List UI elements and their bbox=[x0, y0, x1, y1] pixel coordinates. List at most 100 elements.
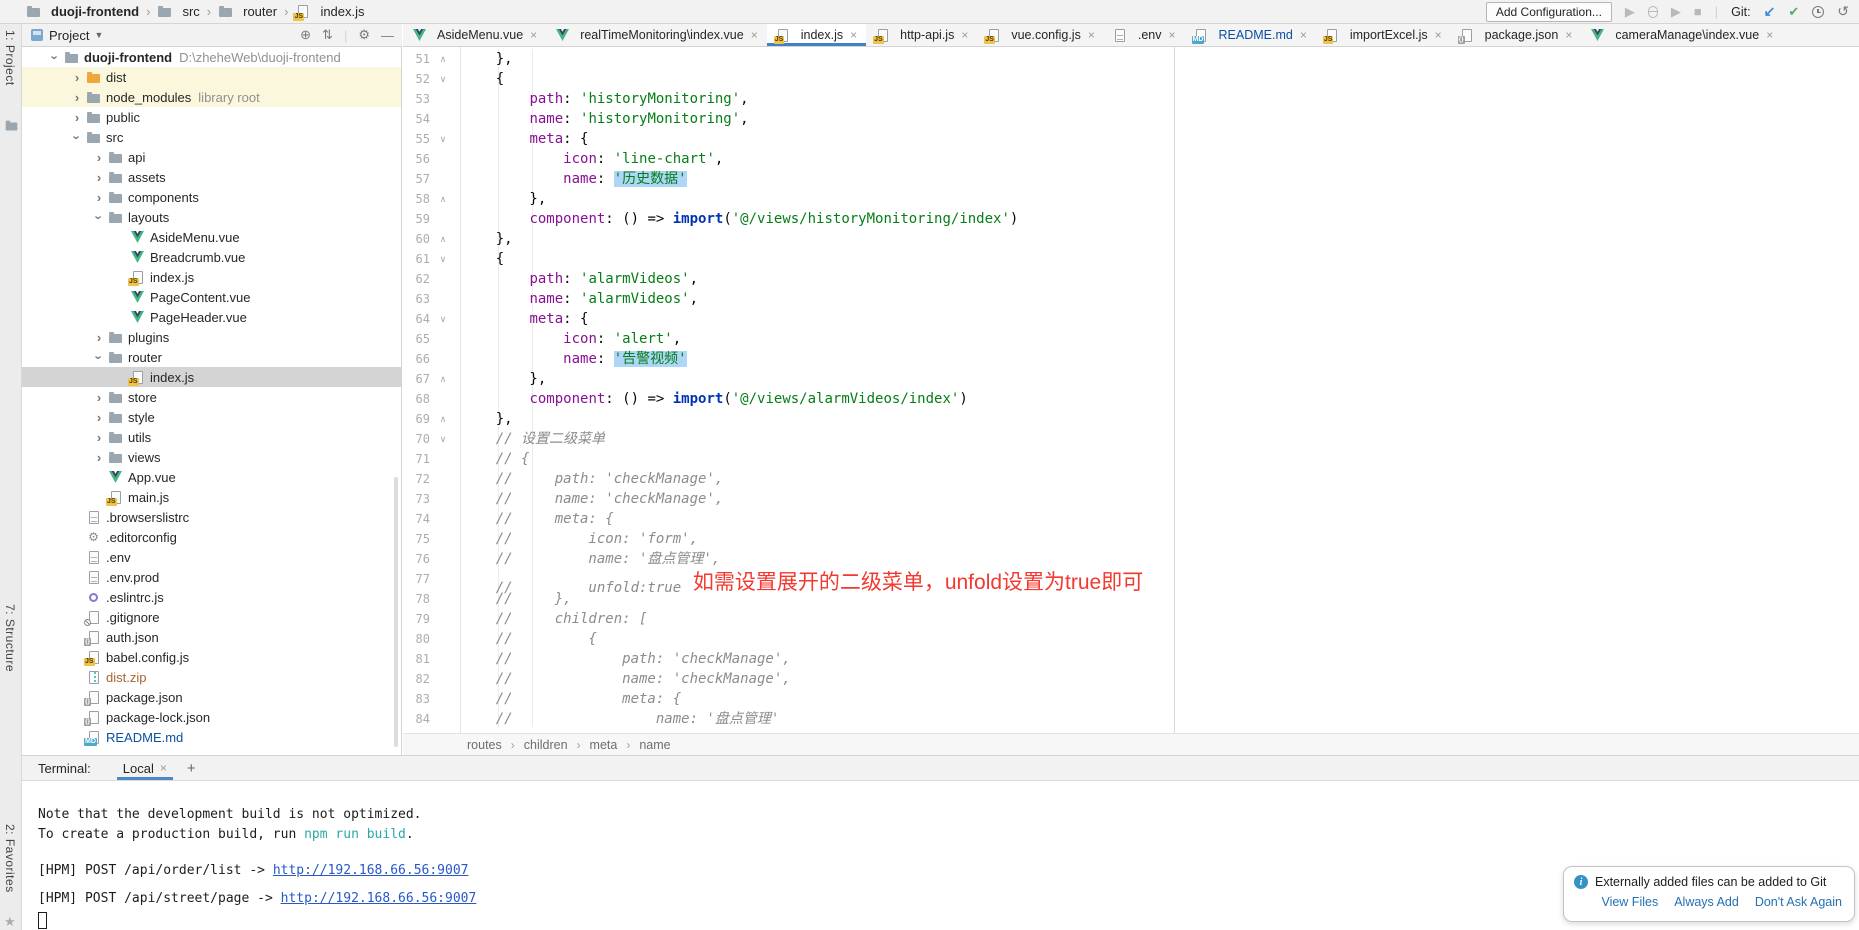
code-line-73[interactable]: 73 // name: 'checkManage', bbox=[403, 489, 1859, 509]
code-line-70[interactable]: 70∨ // 设置二级菜单 bbox=[403, 429, 1859, 449]
fold-marker[interactable]: ∨ bbox=[430, 249, 456, 269]
code-line-57[interactable]: 57 name: '历史数据' bbox=[403, 169, 1859, 189]
tree-item-dist.zip[interactable]: dist.zip bbox=[22, 667, 401, 687]
tab-AsideMenu.vue[interactable]: AsideMenu.vue× bbox=[403, 24, 546, 46]
tree-item-.browserslistrc[interactable]: .browserslistrc bbox=[22, 507, 401, 527]
tab-close-icon[interactable]: × bbox=[1088, 28, 1095, 42]
tree-item-PageHeader.vue[interactable]: PageHeader.vue bbox=[22, 307, 401, 327]
tree-scrollbar[interactable] bbox=[394, 477, 398, 747]
code-line-61[interactable]: 61∨ { bbox=[403, 249, 1859, 269]
code-line-83[interactable]: 83 // meta: { bbox=[403, 689, 1859, 709]
code-line-72[interactable]: 72 // path: 'checkManage', bbox=[403, 469, 1859, 489]
code-editor[interactable]: 51∧ },52∨ {53 path: 'historyMonitoring',… bbox=[403, 47, 1859, 733]
code-line-77[interactable]: 77 // unfold:true 如需设置展开的二级菜单，unfold设置为t… bbox=[403, 569, 1859, 589]
tree-expand-icon[interactable]: › bbox=[70, 90, 84, 105]
breadcrumb-item-src[interactable]: src bbox=[157, 4, 199, 19]
tab-vue.config.js[interactable]: JSvue.config.js× bbox=[977, 24, 1104, 46]
notification-action-view-files[interactable]: View Files bbox=[1601, 895, 1658, 909]
tab-close-icon[interactable]: × bbox=[751, 28, 758, 42]
tree-expand-icon[interactable]: › bbox=[92, 330, 106, 345]
notification-action-always-add[interactable]: Always Add bbox=[1674, 895, 1739, 909]
tree-item-Breadcrumb.vue[interactable]: Breadcrumb.vue bbox=[22, 247, 401, 267]
tree-item-dist[interactable]: ›dist bbox=[22, 67, 401, 87]
code-line-66[interactable]: 66 name: '告警视频' bbox=[403, 349, 1859, 369]
tree-expand-icon[interactable]: › bbox=[92, 350, 107, 364]
tree-item-components[interactable]: ›components bbox=[22, 187, 401, 207]
editor-breadcrumb-routes[interactable]: routes bbox=[467, 738, 502, 752]
tab-close-icon[interactable]: × bbox=[530, 28, 537, 42]
tab-close-icon[interactable]: × bbox=[1435, 28, 1442, 42]
tree-item-api[interactable]: ›api bbox=[22, 147, 401, 167]
fold-marker[interactable]: ∨ bbox=[430, 69, 456, 89]
tree-item-package-lock.json[interactable]: {}package-lock.json bbox=[22, 707, 401, 727]
tree-item-auth.json[interactable]: {}auth.json bbox=[22, 627, 401, 647]
tree-item-layouts[interactable]: ›layouts bbox=[22, 207, 401, 227]
editor-breadcrumb-children[interactable]: children bbox=[524, 738, 568, 752]
git-commit-icon[interactable]: ✔ bbox=[1788, 4, 1799, 20]
breadcrumb-item-duoji-frontend[interactable]: duoji-frontend bbox=[26, 4, 139, 19]
code-line-76[interactable]: 76 // name: '盘点管理', bbox=[403, 549, 1859, 569]
tree-expand-icon[interactable]: › bbox=[92, 190, 106, 205]
tab-index.js[interactable]: JSindex.js× bbox=[767, 24, 866, 46]
tab-realTimeMonitoring\index.vue[interactable]: realTimeMonitoring\index.vue× bbox=[546, 24, 767, 46]
add-configuration-button[interactable]: Add Configuration... bbox=[1486, 2, 1612, 22]
code-line-84[interactable]: 84 // name: '盘点管理' bbox=[403, 709, 1859, 729]
collapse-all-icon[interactable]: ⇅ bbox=[322, 27, 333, 43]
tree-item-PageContent.vue[interactable]: PageContent.vue bbox=[22, 287, 401, 307]
code-line-68[interactable]: 68 component: () => import('@/views/alar… bbox=[403, 389, 1859, 409]
tree-item-AsideMenu.vue[interactable]: AsideMenu.vue bbox=[22, 227, 401, 247]
code-line-60[interactable]: 60∧ }, bbox=[403, 229, 1859, 249]
star-icon[interactable]: ★ bbox=[4, 914, 16, 930]
git-rollback-icon[interactable]: ↺ bbox=[1837, 3, 1849, 20]
tree-expand-icon[interactable]: › bbox=[70, 110, 84, 125]
hide-panel-icon[interactable]: — bbox=[381, 28, 394, 43]
fold-marker[interactable]: ∨ bbox=[430, 129, 456, 149]
code-line-79[interactable]: 79 // children: [ bbox=[403, 609, 1859, 629]
tree-item-.env.prod[interactable]: .env.prod bbox=[22, 567, 401, 587]
tree-item-babel.config.js[interactable]: JSbabel.config.js bbox=[22, 647, 401, 667]
chevron-down-icon[interactable]: ▼ bbox=[94, 30, 103, 40]
code-line-64[interactable]: 64∨ meta: { bbox=[403, 309, 1859, 329]
code-line-74[interactable]: 74 // meta: { bbox=[403, 509, 1859, 529]
tree-item-main.js[interactable]: JSmain.js bbox=[22, 487, 401, 507]
fold-marker[interactable]: ∧ bbox=[430, 409, 456, 429]
tool-button-favorites[interactable]: 2: Favorites bbox=[3, 824, 17, 893]
tab-importExcel.js[interactable]: JSimportExcel.js× bbox=[1316, 24, 1451, 46]
tree-item-views[interactable]: ›views bbox=[22, 447, 401, 467]
breadcrumb-item-router[interactable]: router bbox=[218, 4, 277, 19]
tree-item-.eslintrc.js[interactable]: .eslintrc.js bbox=[22, 587, 401, 607]
tree-item-public[interactable]: ›public bbox=[22, 107, 401, 127]
debug-icon[interactable] bbox=[1648, 6, 1658, 18]
code-line-80[interactable]: 80 // { bbox=[403, 629, 1859, 649]
tree-item-index.js[interactable]: JSindex.js bbox=[22, 267, 401, 287]
breadcrumb-item-index.js[interactable]: JSindex.js bbox=[295, 4, 364, 19]
tree-item-assets[interactable]: ›assets bbox=[22, 167, 401, 187]
tree-expand-icon[interactable]: › bbox=[92, 150, 106, 165]
notification-action-don't-ask-again[interactable]: Don't Ask Again bbox=[1755, 895, 1842, 909]
stop-icon[interactable]: ■ bbox=[1694, 5, 1702, 18]
terminal-link[interactable]: http://192.168.66.56:9007 bbox=[273, 863, 469, 878]
tab-close-icon[interactable]: × bbox=[850, 28, 857, 42]
tree-item-style[interactable]: ›style bbox=[22, 407, 401, 427]
tree-expand-icon[interactable]: › bbox=[92, 430, 106, 445]
code-line-82[interactable]: 82 // name: 'checkManage', bbox=[403, 669, 1859, 689]
code-line-81[interactable]: 81 // path: 'checkManage', bbox=[403, 649, 1859, 669]
code-line-62[interactable]: 62 path: 'alarmVideos', bbox=[403, 269, 1859, 289]
code-line-54[interactable]: 54 name: 'historyMonitoring', bbox=[403, 109, 1859, 129]
git-history-icon[interactable] bbox=[1812, 6, 1824, 18]
tree-item-App.vue[interactable]: App.vue bbox=[22, 467, 401, 487]
code-line-67[interactable]: 67∧ }, bbox=[403, 369, 1859, 389]
terminal-tab-local[interactable]: Local × bbox=[117, 756, 173, 780]
tree-item-src[interactable]: ›src bbox=[22, 127, 401, 147]
terminal-link[interactable]: http://192.168.66.56:9007 bbox=[281, 891, 477, 906]
tab-package.json[interactable]: {}package.json× bbox=[1451, 24, 1582, 46]
tree-item-README.md[interactable]: MDREADME.md bbox=[22, 727, 401, 747]
code-line-58[interactable]: 58∧ }, bbox=[403, 189, 1859, 209]
code-line-63[interactable]: 63 name: 'alarmVideos', bbox=[403, 289, 1859, 309]
tab-.env[interactable]: .env× bbox=[1104, 24, 1185, 46]
editor-breadcrumb-name[interactable]: name bbox=[639, 738, 670, 752]
tab-close-icon[interactable]: × bbox=[1565, 28, 1572, 42]
tree-expand-icon[interactable]: › bbox=[92, 210, 107, 224]
code-line-69[interactable]: 69∧ }, bbox=[403, 409, 1859, 429]
tree-item-store[interactable]: ›store bbox=[22, 387, 401, 407]
